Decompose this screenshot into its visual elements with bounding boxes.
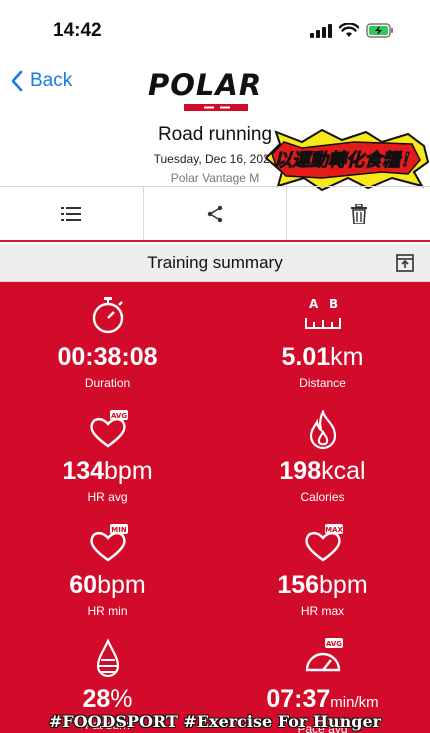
stat-fat-burn-unit: %: [110, 685, 133, 713]
cellular-signal-icon: [310, 23, 332, 38]
stopwatch-icon: [92, 297, 123, 334]
distance-ab-icon: A B: [304, 297, 341, 329]
stat-hr-max: MAX 156bpm HR max: [215, 524, 430, 618]
flame-icon: [309, 410, 336, 450]
stat-hr-max-label: HR max: [300, 604, 345, 618]
training-summary-header: Training summary: [0, 244, 430, 282]
stat-duration: 00:38:08 Duration: [0, 296, 215, 390]
action-bar: [0, 186, 430, 242]
svg-text:MAX: MAX: [325, 526, 343, 534]
svg-text:B: B: [329, 297, 338, 311]
stat-calories-value: 198: [279, 457, 322, 485]
list-view-button[interactable]: [0, 187, 144, 240]
back-label: Back: [30, 70, 73, 91]
stat-calories-label: Calories: [300, 490, 345, 504]
stat-calories: 198kcal Calories: [215, 410, 430, 504]
stats-panel: 00:38:08 Duration A B 5.01km Distance AV…: [0, 282, 430, 733]
status-bar: 14:42: [0, 0, 430, 62]
stat-pace-avg-value: 07:37: [266, 685, 331, 713]
stat-hr-avg-unit: bpm: [104, 457, 153, 485]
svg-text:MIN: MIN: [111, 526, 127, 534]
fat-burn-icon: [96, 638, 119, 678]
heart-max-icon: MAX: [304, 524, 343, 562]
stat-hr-avg-value: 134: [62, 457, 105, 485]
export-icon[interactable]: [396, 254, 414, 272]
chevron-left-icon: [11, 70, 23, 92]
stat-calories-unit: kcal: [321, 457, 366, 485]
stat-hr-avg: AVG 134bpm HR avg: [0, 410, 215, 504]
stat-hr-min-value: 60: [69, 571, 98, 599]
status-icons: [310, 23, 394, 38]
share-button[interactable]: [144, 187, 288, 240]
stat-distance-unit: km: [330, 343, 364, 371]
stat-hr-min: MIN 60bpm HR min: [0, 524, 215, 618]
stat-distance: A B 5.01km Distance: [215, 296, 430, 390]
svg-text:以運動轉化食糧！: 以運動轉化食糧！: [274, 150, 418, 171]
stat-hr-max-unit: bpm: [319, 571, 368, 599]
stat-duration-label: Duration: [84, 376, 131, 390]
status-time: 14:42: [53, 20, 102, 41]
training-summary-title: Training summary: [147, 252, 283, 272]
stat-duration-value: 00:38:08: [57, 343, 158, 371]
back-button[interactable]: Back: [10, 70, 72, 92]
watermark-caption: #FOODSPORT #Exercise For Hunger: [48, 712, 382, 731]
svg-text:AVG: AVG: [325, 640, 341, 648]
svg-text:A: A: [309, 297, 319, 311]
stat-hr-min-label: HR min: [87, 604, 128, 618]
wifi-icon: [339, 23, 359, 37]
stat-fat-burn-value: 28: [82, 685, 111, 713]
svg-text:POLAR: POLAR: [148, 68, 262, 102]
battery-charging-icon: [366, 23, 393, 38]
stat-pace-avg-unit: min/km: [330, 694, 379, 711]
delete-button[interactable]: [287, 187, 430, 240]
stat-hr-avg-label: HR avg: [87, 490, 128, 504]
heart-min-icon: MIN: [89, 524, 128, 562]
pace-gauge-icon: AVG: [305, 638, 343, 672]
trash-icon: [350, 203, 367, 224]
stat-distance-value: 5.01: [281, 343, 331, 371]
heart-avg-icon: AVG: [89, 410, 128, 448]
stat-distance-label: Distance: [299, 376, 346, 390]
share-icon: [207, 205, 223, 222]
sticker-overlay: 以運動轉化食糧！: [264, 128, 430, 192]
stat-hr-max-value: 156: [277, 571, 320, 599]
stat-hr-min-unit: bpm: [97, 571, 146, 599]
svg-text:AVG: AVG: [110, 412, 126, 420]
list-icon: [61, 206, 82, 221]
polar-logo: POLAR: [148, 68, 262, 111]
